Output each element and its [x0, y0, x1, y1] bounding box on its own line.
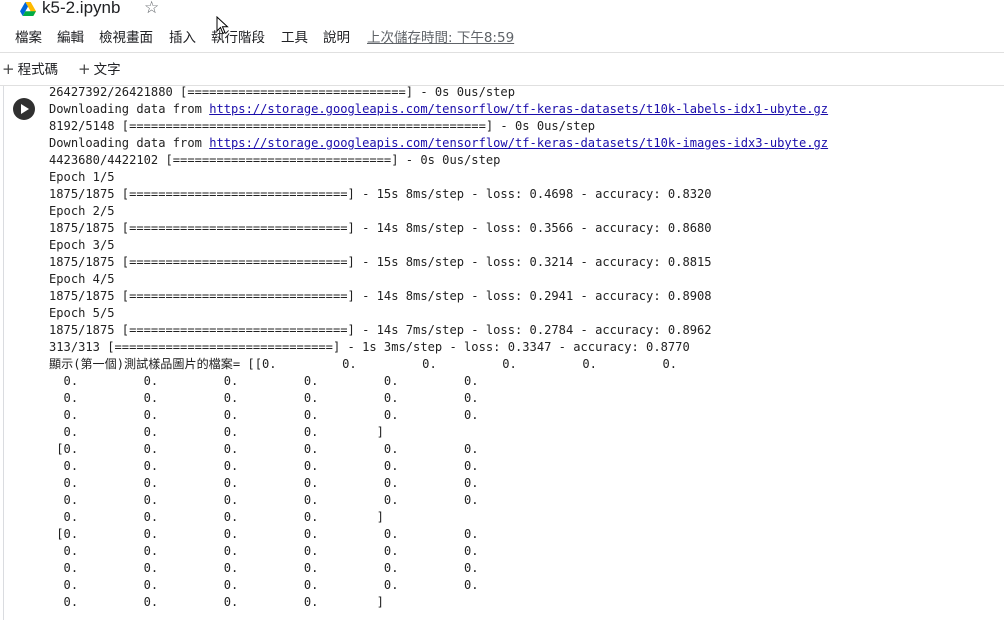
output-line: [0. 0. 0. 0. 0. 0.: [49, 527, 479, 541]
star-icon[interactable]: ☆: [144, 0, 159, 19]
output-line: 0. 0. 0. 0. 0. 0.: [49, 493, 479, 507]
menu-runtime[interactable]: 執行階段: [211, 27, 265, 49]
output-line: 顯示(第一個)測試樣品圖片的檔案= [[0. 0. 0. 0. 0. 0.: [49, 357, 678, 371]
output-line: Downloading data from https://storage.go…: [49, 135, 828, 152]
download-url-link[interactable]: https://storage.googleapis.com/tensorflo…: [209, 102, 828, 116]
output-line: Epoch 5/5: [49, 306, 115, 320]
last-saved-link[interactable]: 上次儲存時間: 下午8:59: [367, 27, 514, 49]
output-line: 0. 0. 0. 0. ]: [49, 595, 384, 609]
google-drive-icon: [20, 2, 36, 16]
output-line: 0. 0. 0. 0. 0. 0.: [49, 561, 479, 575]
add-code-label: 程式碼: [17, 62, 59, 78]
output-line: 1875/1875 [=============================…: [49, 323, 712, 337]
menu-edit[interactable]: 編輯: [57, 27, 84, 49]
output-line: 0. 0. 0. 0. 0. 0.: [49, 578, 479, 592]
plus-icon: +: [2, 60, 15, 78]
output-line: Epoch 1/5: [49, 170, 115, 184]
output-line: 0. 0. 0. 0. 0. 0.: [49, 391, 479, 405]
output-line: Epoch 4/5: [49, 272, 115, 286]
output-line: 0. 0. 0. 0. 0. 0.: [49, 459, 479, 473]
output-line: 1875/1875 [=============================…: [49, 255, 712, 269]
output-text: Downloading data from: [49, 136, 210, 150]
output-line: 0. 0. 0. 0. 0. 0.: [49, 374, 479, 388]
output-line: 8192/5148 [=============================…: [49, 119, 596, 133]
notebook-toolbar: + 程式碼 + 文字: [0, 52, 1004, 86]
cell-left-border: [3, 86, 4, 620]
output-text: Downloading data from: [49, 102, 210, 116]
output-line: 1875/1875 [=============================…: [49, 289, 712, 303]
code-cell: 26427392/26421880 [=====================…: [0, 84, 1004, 620]
menu-bar: 檔案 編輯 檢視畫面 插入 執行階段 工具 說明 上次儲存時間: 下午8:59: [0, 27, 1004, 49]
download-url-link[interactable]: https://storage.googleapis.com/tensorflo…: [209, 136, 828, 150]
output-line: 0. 0. 0. 0. ]: [49, 425, 384, 439]
output-line: Epoch 3/5: [49, 238, 115, 252]
plus-icon: +: [78, 60, 91, 78]
output-line: 1875/1875 [=============================…: [49, 221, 712, 235]
output-line: Downloading data from https://storage.go…: [49, 101, 828, 118]
output-line: 313/313 [==============================]…: [49, 340, 690, 354]
output-line: 0. 0. 0. 0. 0. 0.: [49, 544, 479, 558]
run-cell-icon[interactable]: [13, 98, 35, 120]
output-line: Epoch 2/5: [49, 204, 115, 218]
cell-output: 26427392/26421880 [=====================…: [49, 84, 828, 611]
output-line: 0. 0. 0. 0. ]: [49, 510, 384, 524]
output-line: 1875/1875 [=============================…: [49, 187, 712, 201]
add-text-cell-button[interactable]: + 文字: [78, 53, 121, 86]
output-line: [0. 0. 0. 0. 0. 0.: [49, 442, 479, 456]
notebook-file-name[interactable]: k5-2.ipynb: [42, 0, 120, 19]
menu-insert[interactable]: 插入: [169, 27, 196, 49]
add-text-label: 文字: [93, 62, 121, 78]
output-line: 0. 0. 0. 0. 0. 0.: [49, 476, 479, 490]
output-line: 26427392/26421880 [=====================…: [49, 85, 515, 99]
output-line: 0. 0. 0. 0. 0. 0.: [49, 408, 479, 422]
menu-tools[interactable]: 工具: [281, 27, 308, 49]
menu-help[interactable]: 說明: [323, 27, 350, 49]
title-bar: k5-2.ipynb ☆: [0, 0, 1004, 24]
menu-file[interactable]: 檔案: [15, 27, 42, 49]
output-line: 4423680/4422102 [=======================…: [49, 153, 501, 167]
add-code-cell-button[interactable]: + 程式碼: [2, 53, 58, 86]
menu-view[interactable]: 檢視畫面: [99, 27, 153, 49]
